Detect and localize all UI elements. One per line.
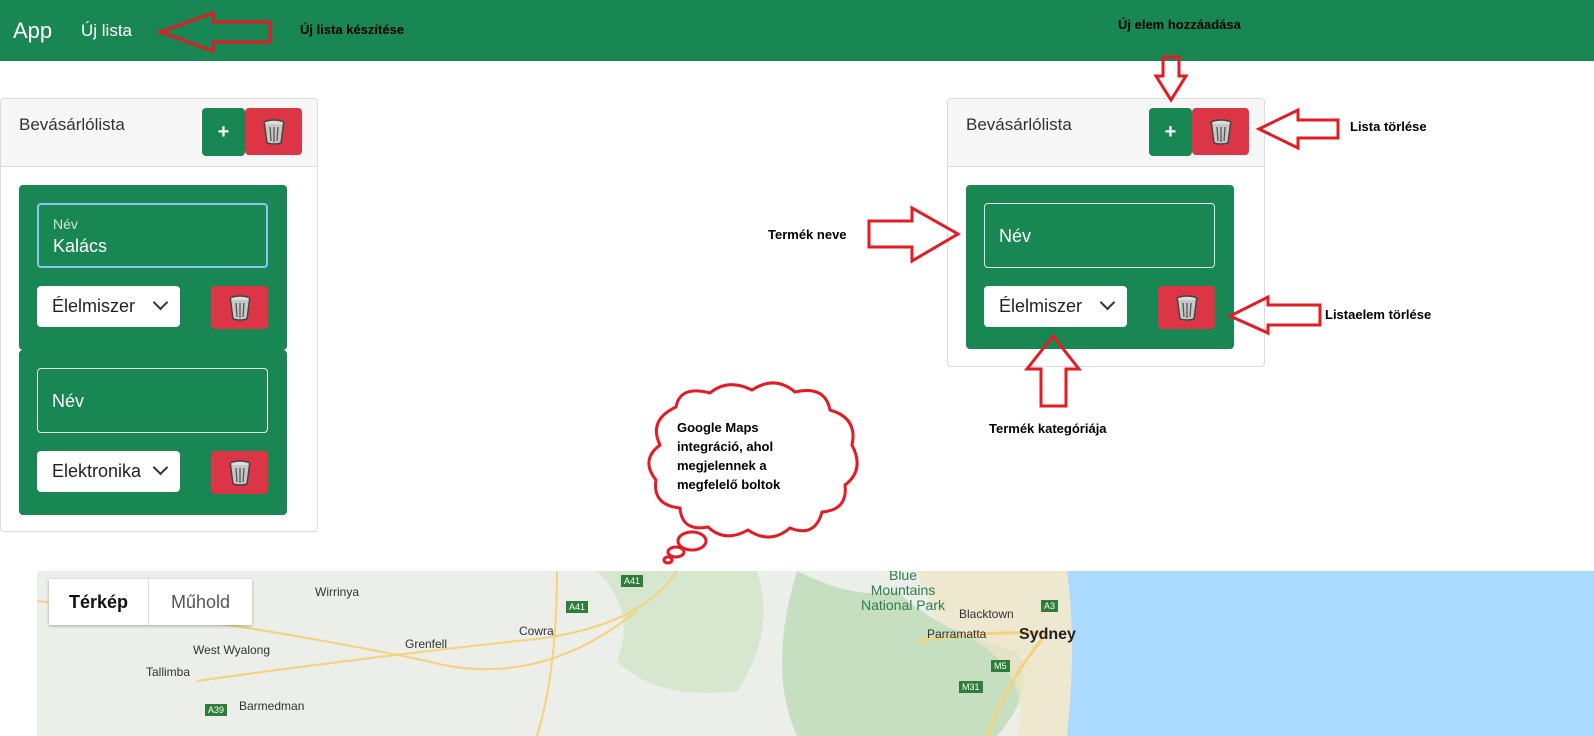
park-label-line: National Park — [860, 597, 946, 613]
place-label: Cowra — [519, 624, 554, 638]
brand-logo[interactable]: App — [13, 18, 52, 44]
map-type-satellite[interactable]: Műhold — [149, 579, 252, 625]
cloud-text-line: integráció, ahol — [677, 439, 774, 454]
annotation-product-category: Termék kategóriája — [989, 421, 1107, 436]
category-value: Élelmiszer — [999, 296, 1083, 316]
list-item: Név Kalács Élelmiszer — [19, 185, 287, 350]
annotation-delete-item: Listaelem törlése — [1325, 307, 1432, 322]
park-label-line: Mountains — [870, 582, 936, 598]
category-select[interactable]: Élelmiszer — [984, 286, 1127, 327]
category-value: Élelmiszer — [52, 296, 136, 316]
add-item-button[interactable]: + — [1149, 108, 1192, 156]
place-label: Blacktown — [959, 607, 1014, 621]
chevron-down-icon — [152, 294, 169, 311]
park-label: Blue Mountains National Park — [843, 571, 963, 613]
chevron-down-icon — [152, 459, 169, 476]
list-item: Név Élelmiszer — [966, 185, 1234, 349]
name-field[interactable]: Név — [984, 203, 1215, 268]
card-header: Bevásárlólista + — [948, 99, 1264, 167]
cloud-text-line: megfelelő boltok — [677, 477, 781, 492]
road-shield: A41 — [566, 601, 589, 613]
name-field[interactable]: Név — [37, 368, 268, 433]
annotation-product-name: Termék neve — [768, 227, 847, 242]
cloud-text-line: megjelennek a — [677, 458, 767, 473]
map-type-toggle: Térkép Műhold — [49, 579, 252, 625]
place-label: Sydney — [1019, 626, 1076, 643]
trash-icon — [262, 118, 285, 145]
delete-item-button[interactable] — [1158, 286, 1215, 329]
list-title: Bevásárlólista — [966, 115, 1072, 134]
cloud-text-line: Google Maps — [677, 420, 759, 435]
navbar: App Új lista — [0, 0, 1594, 61]
trash-icon — [228, 459, 251, 486]
trash-icon — [1175, 294, 1198, 321]
google-map[interactable]: Térkép Műhold Wirrinya Grenfell Cowra We… — [37, 571, 1594, 736]
trash-icon — [228, 294, 251, 321]
shopping-list-card: Bevásárlólista + Név Kalács Élelmiszer N… — [0, 98, 318, 532]
add-item-button[interactable]: + — [202, 108, 245, 156]
annotation-new-item: Új elem hozzáadása — [1118, 17, 1241, 32]
place-label: Grenfell — [405, 637, 448, 651]
arrow-down-icon — [1153, 55, 1189, 103]
category-select[interactable]: Elektronika — [37, 451, 180, 492]
shopping-list-card: Bevásárlólista + Név Élelmiszer — [947, 98, 1265, 367]
arrow-left-icon — [1255, 107, 1340, 151]
place-label: Wirrinya — [315, 585, 359, 599]
annotation-maps-cloud: Google Maps integráció, ahol megjelennek… — [677, 418, 780, 494]
trash-icon — [1209, 118, 1232, 145]
list-item: Név Elektronika — [19, 350, 287, 515]
place-label: West Wyalong — [193, 643, 271, 657]
delete-item-button[interactable] — [211, 286, 268, 329]
road-shield: A39 — [205, 704, 228, 716]
arrow-right-icon — [867, 205, 962, 264]
place-label: Tallimba — [146, 665, 191, 679]
delete-list-button[interactable] — [1192, 108, 1249, 155]
new-list-link[interactable]: Új lista — [81, 21, 132, 41]
annotation-new-list: Új lista készítése — [300, 22, 405, 37]
list-title: Bevásárlólista — [19, 115, 125, 134]
road-shield: M31 — [959, 681, 983, 693]
card-header: Bevásárlólista + — [1, 99, 317, 167]
place-label: Parramatta — [927, 627, 987, 641]
road-shield: A3 — [1041, 600, 1059, 612]
road-shield: A41 — [621, 575, 644, 587]
delete-item-button[interactable] — [211, 451, 268, 494]
map-type-map[interactable]: Térkép — [49, 579, 149, 625]
chevron-down-icon — [1099, 294, 1116, 311]
place-label: Barmedman — [239, 699, 305, 713]
category-select[interactable]: Élelmiszer — [37, 286, 180, 327]
delete-list-button[interactable] — [245, 108, 302, 155]
name-floating-label: Név — [53, 216, 78, 232]
name-field[interactable]: Név Kalács — [37, 203, 268, 268]
name-value: Kalács — [53, 236, 108, 256]
name-placeholder: Név — [999, 226, 1032, 246]
road-shield: M5 — [991, 660, 1010, 672]
category-value: Elektronika — [52, 461, 142, 481]
name-placeholder: Név — [52, 391, 85, 411]
annotation-delete-list: Lista törlése — [1350, 119, 1427, 134]
